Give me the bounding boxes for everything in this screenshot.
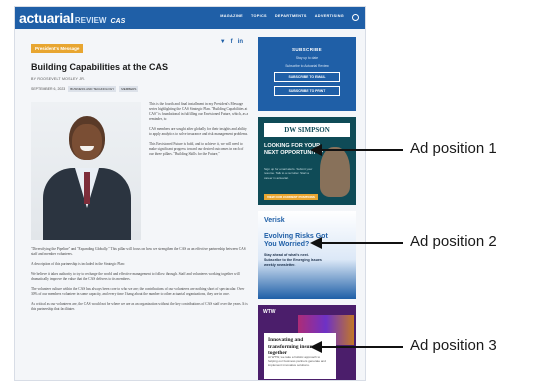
subscribe-heading: SUBSCRIBE bbox=[291, 47, 323, 52]
figure: actuarial REVIEW CAS MAGAZINE TOPICS DEP… bbox=[0, 0, 540, 381]
ad-slot-1[interactable]: DW SIMPSON LOOKING FOR YOUR NEXT OPPORTU… bbox=[258, 117, 356, 205]
search-icon[interactable] bbox=[352, 14, 359, 21]
annotation-ad-position-1: Ad position 1 bbox=[410, 140, 497, 157]
share-bar: ▼ f in bbox=[220, 39, 243, 45]
tag-business[interactable]: BUSINESS AND TECHNOLOGY bbox=[68, 86, 117, 92]
arrow-icon bbox=[310, 144, 403, 156]
article-header: President's Message ▼ f in Building Capa… bbox=[31, 37, 251, 92]
article-byline: BY ROOSEVELT MOSLEY JR. bbox=[31, 77, 86, 81]
logo-main: actuarial bbox=[19, 10, 74, 26]
annotation-ad-position-3: Ad position 3 bbox=[410, 337, 497, 354]
linkedin-icon[interactable]: in bbox=[238, 39, 243, 45]
article-meta: SEPTEMBER 6, 2023 BUSINESS AND TECHNOLOG… bbox=[31, 86, 251, 92]
nav-item-advertising[interactable]: ADVERTISING bbox=[315, 14, 344, 21]
nav-item-topics[interactable]: TOPICS bbox=[251, 14, 267, 21]
paragraph: CAS members are sought after globally fo… bbox=[149, 127, 249, 136]
author-photo bbox=[31, 102, 141, 240]
ad2-brand: Verisk bbox=[264, 217, 285, 224]
paragraph: "Diversifying the Pipeline" and "Expandi… bbox=[31, 247, 246, 256]
subscribe-email-button[interactable]: SUBSCRIBE TO EMAIL bbox=[274, 72, 340, 82]
ad-slot-2[interactable]: Verisk Evolving Risks Got You Worried? S… bbox=[258, 211, 356, 299]
ad1-body: Sign up for email alerts. Submit your re… bbox=[264, 167, 313, 180]
website-screenshot: actuarial REVIEW CAS MAGAZINE TOPICS DEP… bbox=[14, 6, 366, 381]
paragraph: We believe it takes authority to try to … bbox=[31, 272, 240, 281]
logo-badge: CAS bbox=[110, 18, 126, 25]
site-logo[interactable]: actuarial REVIEW CAS bbox=[19, 10, 125, 26]
paragraph: The volunteer culture within the CAS has… bbox=[31, 287, 245, 296]
arrow-icon bbox=[310, 341, 403, 353]
nav-item-magazine[interactable]: MAGAZINE bbox=[220, 14, 243, 21]
subscribe-print-button[interactable]: SUBSCRIBE TO PRINT bbox=[274, 86, 340, 96]
article-intro: This is the fourth and final installment… bbox=[149, 102, 249, 162]
subscribe-subtext: Subscribe to Actuarial Review bbox=[285, 64, 329, 68]
subscribe-box: SUBSCRIBE Stay up to date Subscribe to A… bbox=[258, 37, 356, 111]
main-nav: MAGAZINE TOPICS DEPARTMENTS ADVERTISING bbox=[220, 14, 359, 21]
article-body: "Diversifying the Pipeline" and "Expandi… bbox=[31, 247, 251, 317]
ad2-text: Stay ahead of what's next. Subscribe to … bbox=[264, 253, 322, 267]
twitter-icon[interactable]: ▼ bbox=[220, 39, 226, 45]
subscribe-text: Stay up to date bbox=[295, 56, 319, 60]
paragraph: This Envisioned Future is bold, and to a… bbox=[149, 142, 244, 156]
arrow-icon bbox=[310, 237, 403, 249]
ad3-brand: WTW bbox=[263, 309, 276, 315]
column-badge[interactable]: President's Message bbox=[31, 44, 84, 53]
annotation-ad-position-2: Ad position 2 bbox=[410, 233, 497, 250]
ad1-cta-button[interactable]: VIEW OUR CURRENT POSITIONS bbox=[264, 194, 318, 200]
logo-sub: REVIEW bbox=[74, 16, 107, 25]
article-title: Building Capabilities at the CAS bbox=[31, 62, 169, 72]
site-header: actuarial REVIEW CAS MAGAZINE TOPICS DEP… bbox=[15, 7, 365, 29]
paragraph: A description of this partnership is inc… bbox=[31, 262, 125, 266]
facebook-icon[interactable]: f bbox=[231, 39, 233, 45]
paragraph: This is the fourth and final installment… bbox=[149, 102, 249, 121]
paragraph: As critical as our volunteers are, the C… bbox=[31, 302, 248, 311]
nav-item-departments[interactable]: DEPARTMENTS bbox=[275, 14, 307, 21]
article-date: SEPTEMBER 6, 2023 bbox=[31, 87, 66, 91]
tag-members[interactable]: MEMBERS bbox=[119, 86, 139, 92]
ad1-brand: DW SIMPSON bbox=[264, 123, 350, 137]
